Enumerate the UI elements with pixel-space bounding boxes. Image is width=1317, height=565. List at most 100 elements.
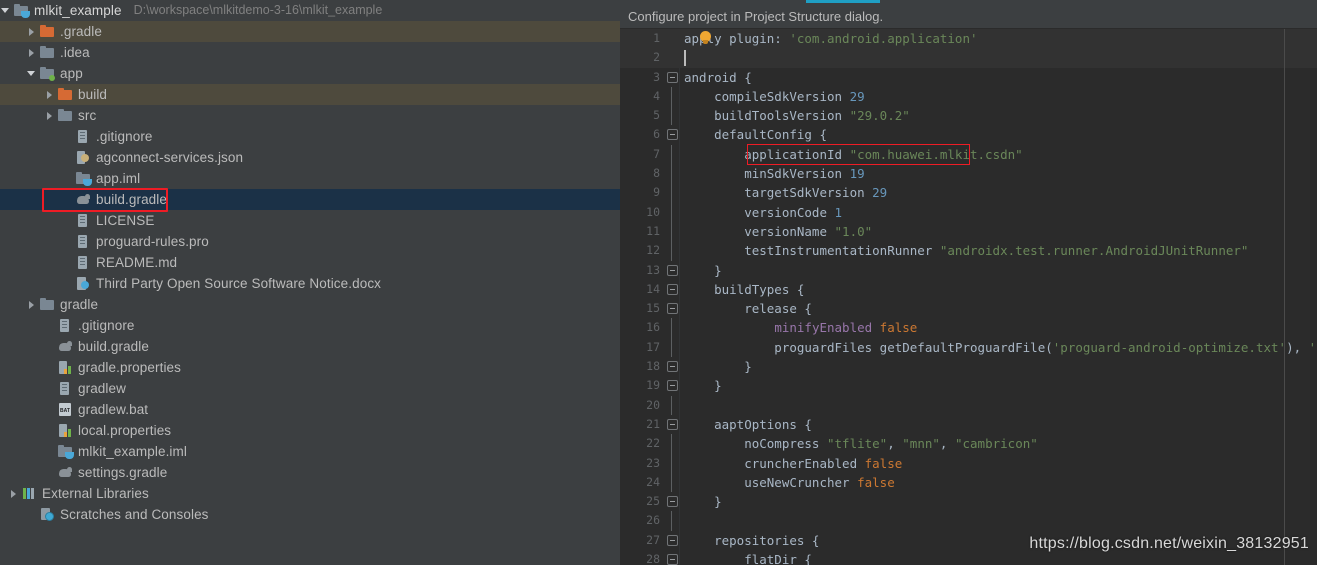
tree-row-local-properties[interactable]: local.properties — [0, 420, 620, 441]
code-token: defaultConfig { — [684, 127, 827, 143]
code-line[interactable]: 19 } — [620, 376, 1317, 395]
tree-row-idea[interactable]: .idea — [0, 42, 620, 63]
code-fold-toggle[interactable] — [667, 129, 678, 141]
line-number: 24 — [646, 474, 660, 489]
code-fold-toggle[interactable] — [667, 71, 678, 83]
code-line[interactable]: 20 — [620, 395, 1317, 415]
code-fold-toggle[interactable] — [667, 283, 678, 295]
code-editor-panel[interactable]: Configure project in Project Structure d… — [620, 0, 1317, 565]
chevron-right-icon[interactable] — [44, 110, 55, 121]
code-fold-toggle[interactable] — [667, 303, 678, 315]
chevron-down-icon[interactable] — [26, 68, 37, 79]
code-line[interactable]: 8 minSdkVersion 19 — [620, 164, 1317, 184]
tree-row-external-libraries[interactable]: External Libraries — [0, 483, 620, 504]
tree-row-license[interactable]: LICENSE — [0, 210, 620, 231]
tree-row-project-root[interactable]: mlkit_example D:\workspace\mlkitdemo-3-1… — [0, 0, 620, 21]
project-tree-panel[interactable]: mlkit_example D:\workspace\mlkitdemo-3-1… — [0, 0, 620, 565]
editor-notification-bar[interactable]: Configure project in Project Structure d… — [620, 5, 1317, 29]
code-line[interactable]: 22 noCompress "tflite", "mnn", "cambrico… — [620, 434, 1317, 454]
code-line[interactable]: 24 useNewCruncher false — [620, 472, 1317, 493]
code-line[interactable]: 7 applicationId "com.huawei.mlkit.csdn" — [620, 144, 1317, 165]
code-fold-guide — [671, 453, 672, 473]
code-fold-toggle[interactable] — [667, 264, 678, 276]
code-token: false — [879, 320, 918, 336]
line-number: 4 — [653, 88, 660, 103]
lightbulb-icon[interactable] — [700, 31, 711, 45]
tree-row-proguard-rules-pro[interactable]: proguard-rules.pro — [0, 231, 620, 252]
tree-row-src[interactable]: src — [0, 105, 620, 126]
chevron-right-icon[interactable] — [26, 26, 37, 37]
tree-row-mlkit-example-iml[interactable]: mlkit_example.iml — [0, 441, 620, 462]
code-line[interactable]: 21 aaptOptions { — [620, 415, 1317, 434]
tree-row-readme-md[interactable]: README.md — [0, 252, 620, 273]
folder-icon — [58, 108, 73, 123]
tree-row-scratches-and-consoles[interactable]: Scratches and Consoles — [0, 504, 620, 525]
code-line[interactable]: 12 testInstrumentationRunner "androidx.t… — [620, 241, 1317, 261]
chevron-right-icon[interactable] — [8, 488, 19, 499]
tree-row-gitignore[interactable]: .gitignore — [0, 126, 620, 147]
tree-row-gradlew-bat[interactable]: gradlew.bat — [0, 399, 620, 420]
code-line[interactable]: 5 buildToolsVersion "29.0.2" — [620, 106, 1317, 126]
editor-tab-strip[interactable] — [620, 0, 1317, 5]
code-token: cruncherEnabled — [684, 455, 865, 471]
tree-row-app[interactable]: app — [0, 63, 620, 84]
code-fold-toggle[interactable] — [667, 534, 678, 546]
docx-icon — [76, 276, 91, 291]
tree-row-label: README.md — [96, 255, 178, 270]
tree-row-build-gradle[interactable]: build.gradle — [0, 336, 620, 357]
code-line[interactable]: 25 } — [620, 492, 1317, 511]
tree-row-third-party-open-source-software-notice-docx[interactable]: Third Party Open Source Software Notice.… — [0, 273, 620, 294]
code-token: false — [864, 455, 903, 471]
code-line[interactable]: 26 — [620, 511, 1317, 531]
code-line[interactable]: 14 buildTypes { — [620, 280, 1317, 299]
code-fold-guide — [671, 144, 672, 165]
code-fold-guide — [671, 164, 672, 184]
code-line[interactable]: 10 versionCode 1 — [620, 202, 1317, 222]
code-lines[interactable]: 1 apply plugin: 'com.android.application'… — [620, 29, 1317, 565]
code-line[interactable]: 13 } — [620, 261, 1317, 280]
code-line[interactable]: 6 defaultConfig { — [620, 125, 1317, 144]
line-number: 11 — [646, 223, 660, 238]
code-fold-toggle[interactable] — [667, 554, 678, 565]
libraries-icon — [22, 486, 37, 501]
tree-row-gradlew[interactable]: gradlew — [0, 378, 620, 399]
tree-row-app-iml[interactable]: app.iml — [0, 168, 620, 189]
tree-row-gitignore[interactable]: .gitignore — [0, 315, 620, 336]
chevron-right-icon[interactable] — [26, 299, 37, 310]
tree-row-build-gradle[interactable]: build.gradle — [0, 189, 620, 210]
code-fold-toggle[interactable] — [667, 496, 678, 508]
tree-row-agconnect-services-json[interactable]: agconnect-services.json — [0, 147, 620, 168]
chevron-down-icon[interactable] — [0, 5, 11, 16]
chevron-right-icon[interactable] — [44, 89, 55, 100]
code-fold-toggle[interactable] — [667, 361, 678, 373]
code-line[interactable]: 11 versionName "1.0" — [620, 221, 1317, 242]
code-line[interactable]: 16 minifyEnabled false — [620, 318, 1317, 338]
chevron-right-icon[interactable] — [26, 47, 37, 58]
code-text: release { — [684, 299, 812, 318]
code-line[interactable]: 17 proguardFiles getDefaultProguardFile(… — [620, 337, 1317, 358]
code-line[interactable]: 9 targetSdkVersion 29 — [620, 183, 1317, 203]
code-text: useNewCruncher false — [684, 473, 895, 492]
code-line[interactable]: 18 } — [620, 357, 1317, 376]
code-fold-toggle[interactable] — [667, 380, 678, 392]
code-fold-toggle[interactable] — [667, 418, 678, 430]
code-token: } — [684, 378, 722, 394]
code-line[interactable]: 23 cruncherEnabled false — [620, 453, 1317, 473]
line-number: 1 — [653, 31, 660, 45]
code-line[interactable]: 2 — [620, 48, 1317, 68]
tree-row-gradle[interactable]: .gradle — [0, 21, 620, 42]
code-line[interactable]: 4 compileSdkVersion 29 — [620, 86, 1317, 107]
code-line[interactable]: 15 release { — [620, 299, 1317, 318]
project-tree-list[interactable]: .gradle .idea app build src .gitignore agconne… — [0, 21, 620, 525]
tree-row-label: build.gradle — [78, 339, 150, 354]
code-text: } — [684, 261, 722, 280]
code-text: repositories { — [684, 531, 819, 550]
code-line[interactable]: 3 android { — [620, 68, 1317, 87]
code-content-area[interactable]: 1 apply plugin: 'com.android.application'… — [620, 29, 1317, 565]
tree-row-gradle[interactable]: gradle — [0, 294, 620, 315]
code-line[interactable]: 1 apply plugin: 'com.android.application' — [620, 29, 1317, 49]
line-number: 12 — [646, 243, 660, 258]
tree-row-build[interactable]: build — [0, 84, 620, 105]
tree-row-gradle-properties[interactable]: gradle.properties — [0, 357, 620, 378]
tree-row-settings-gradle[interactable]: settings.gradle — [0, 462, 620, 483]
